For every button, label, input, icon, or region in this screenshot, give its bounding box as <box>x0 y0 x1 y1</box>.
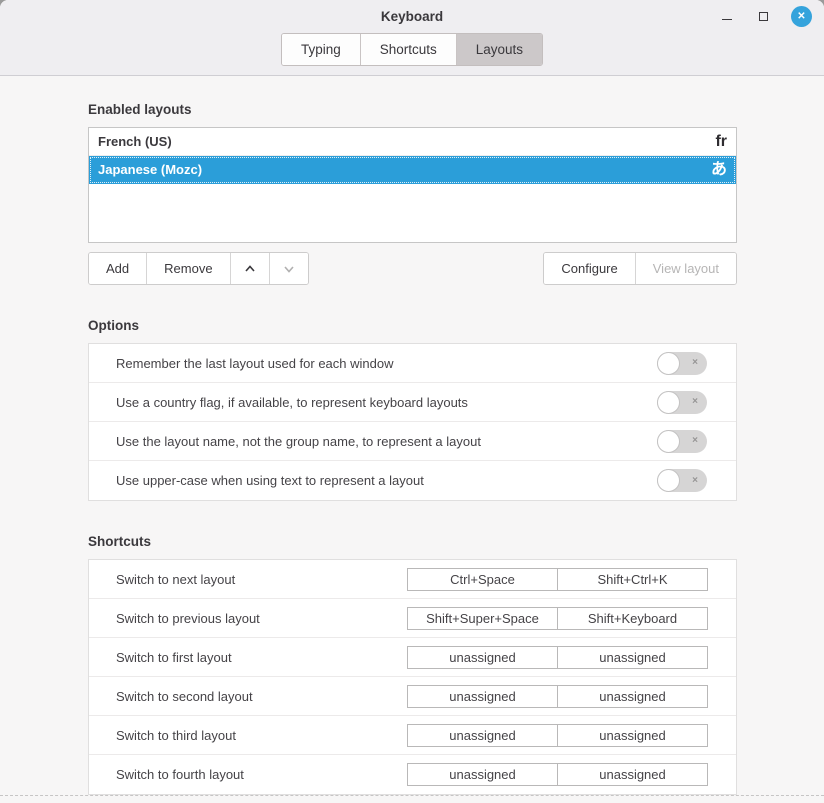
shortcut-row-first-layout: Switch to first layout unassigned unassi… <box>89 638 736 677</box>
key-binding-button[interactable]: unassigned <box>557 685 708 708</box>
layout-config-button-group: Configure View layout <box>543 252 737 285</box>
option-row-upper-case: Use upper-case when using text to repres… <box>89 461 736 500</box>
tab-layouts[interactable]: Layouts <box>457 34 542 65</box>
configure-button[interactable]: Configure <box>544 253 635 284</box>
tab-layouts-label: Layouts <box>476 42 523 57</box>
layout-indicator: あ <box>711 162 727 178</box>
toggle-off-icon: × <box>692 397 698 407</box>
layout-indicator: fr <box>715 134 727 150</box>
toggle-off-icon: × <box>692 476 698 486</box>
key-binding-button[interactable]: Shift+Super+Space <box>407 607 558 630</box>
toggle-off-icon: × <box>692 436 698 446</box>
key-binding-pair: unassigned unassigned <box>407 763 708 786</box>
window-controls: ✕ <box>719 0 812 33</box>
key-binding-button[interactable]: unassigned <box>407 646 558 669</box>
tab-shortcuts[interactable]: Shortcuts <box>361 34 457 65</box>
tab-typing-label: Typing <box>301 42 341 57</box>
titlebar[interactable]: Keyboard ✕ <box>0 0 824 33</box>
toggle-knob <box>657 430 680 453</box>
options-panel: Remember the last layout used for each w… <box>88 343 737 501</box>
option-label: Use upper-case when using text to repres… <box>116 473 424 488</box>
view-layout-label: View layout <box>653 261 719 276</box>
view-layout-button[interactable]: View layout <box>636 253 736 284</box>
remove-layout-label: Remove <box>164 261 212 276</box>
key-binding-button[interactable]: Shift+Keyboard <box>557 607 708 630</box>
layout-name-toggle[interactable]: × <box>657 430 707 453</box>
layout-name: French (US) <box>98 134 172 149</box>
toggle-knob <box>657 469 680 492</box>
option-row-layout-name: Use the layout name, not the group name,… <box>89 422 736 461</box>
key-binding-pair: Shift+Super+Space Shift+Keyboard <box>407 607 708 630</box>
shortcut-label: Switch to next layout <box>116 572 235 587</box>
configure-label: Configure <box>561 261 617 276</box>
content-overflow-divider <box>0 795 824 796</box>
option-label: Use a country flag, if available, to rep… <box>116 395 468 410</box>
toggle-knob <box>657 391 680 414</box>
upper-case-toggle[interactable]: × <box>657 469 707 492</box>
minimize-icon <box>722 19 732 20</box>
key-binding-button[interactable]: unassigned <box>407 763 558 786</box>
toggle-off-icon: × <box>692 358 698 368</box>
remove-layout-button[interactable]: Remove <box>147 253 230 284</box>
option-label: Remember the last layout used for each w… <box>116 356 393 371</box>
shortcut-row-next-layout: Switch to next layout Ctrl+Space Shift+C… <box>89 560 736 599</box>
key-binding-pair: unassigned unassigned <box>407 724 708 747</box>
enabled-layouts-title: Enabled layouts <box>88 102 737 117</box>
maximize-icon <box>759 12 768 21</box>
key-binding-button[interactable]: unassigned <box>557 763 708 786</box>
chevron-down-icon <box>283 263 295 275</box>
shortcut-label: Switch to first layout <box>116 650 232 665</box>
tab-typing[interactable]: Typing <box>282 34 361 65</box>
option-row-remember-layout: Remember the last layout used for each w… <box>89 344 736 383</box>
minimize-button[interactable] <box>719 9 735 25</box>
option-row-country-flag: Use a country flag, if available, to rep… <box>89 383 736 422</box>
shortcut-row-fourth-layout: Switch to fourth layout unassigned unass… <box>89 755 736 794</box>
tab-group: Typing Shortcuts Layouts <box>281 33 543 66</box>
key-binding-button[interactable]: Ctrl+Space <box>407 568 558 591</box>
key-binding-pair: unassigned unassigned <box>407 646 708 669</box>
remember-layout-toggle[interactable]: × <box>657 352 707 375</box>
key-binding-pair: Ctrl+Space Shift+Ctrl+K <box>407 568 708 591</box>
shortcuts-title: Shortcuts <box>88 534 737 549</box>
key-binding-button[interactable]: unassigned <box>407 724 558 747</box>
shortcuts-panel: Switch to next layout Ctrl+Space Shift+C… <box>88 559 737 795</box>
shortcut-label: Switch to third layout <box>116 728 236 743</box>
key-binding-button[interactable]: unassigned <box>557 646 708 669</box>
shortcut-label: Switch to fourth layout <box>116 767 244 782</box>
options-title: Options <box>88 318 737 333</box>
enabled-layouts-list: French (US) fr Japanese (Mozc) あ <box>88 127 737 243</box>
close-button[interactable]: ✕ <box>791 6 812 27</box>
layout-row-french[interactable]: French (US) fr <box>89 128 736 156</box>
layout-edit-button-group: Add Remove <box>88 252 309 285</box>
layouts-page: Enabled layouts French (US) fr Japanese … <box>0 76 824 795</box>
close-icon: ✕ <box>797 11 805 22</box>
add-layout-button[interactable]: Add <box>89 253 147 284</box>
layout-row-japanese[interactable]: Japanese (Mozc) あ <box>89 156 736 184</box>
country-flag-toggle[interactable]: × <box>657 391 707 414</box>
shortcut-row-second-layout: Switch to second layout unassigned unass… <box>89 677 736 716</box>
key-binding-pair: unassigned unassigned <box>407 685 708 708</box>
shortcut-row-previous-layout: Switch to previous layout Shift+Super+Sp… <box>89 599 736 638</box>
add-layout-label: Add <box>106 261 129 276</box>
keyboard-settings-window: Keyboard ✕ Typing Shortcuts <box>0 0 824 803</box>
option-label: Use the layout name, not the group name,… <box>116 434 481 449</box>
maximize-button[interactable] <box>755 9 771 25</box>
toggle-knob <box>657 352 680 375</box>
key-binding-button[interactable]: Shift+Ctrl+K <box>557 568 708 591</box>
tab-bar: Typing Shortcuts Layouts <box>0 33 824 66</box>
chevron-up-icon <box>244 263 256 275</box>
tab-shortcuts-label: Shortcuts <box>380 42 437 57</box>
move-layout-up-button[interactable] <box>231 253 270 284</box>
key-binding-button[interactable]: unassigned <box>557 724 708 747</box>
key-binding-button[interactable]: unassigned <box>407 685 558 708</box>
layout-list-actions: Add Remove Configure <box>88 252 737 285</box>
window-header: Keyboard ✕ Typing Shortcuts <box>0 0 824 76</box>
shortcut-label: Switch to second layout <box>116 689 253 704</box>
move-layout-down-button[interactable] <box>270 253 308 284</box>
shortcuts-section: Shortcuts Switch to next layout Ctrl+Spa… <box>88 534 737 795</box>
window-title: Keyboard <box>381 9 443 24</box>
shortcut-label: Switch to previous layout <box>116 611 260 626</box>
layout-name: Japanese (Mozc) <box>98 162 202 177</box>
shortcut-row-third-layout: Switch to third layout unassigned unassi… <box>89 716 736 755</box>
